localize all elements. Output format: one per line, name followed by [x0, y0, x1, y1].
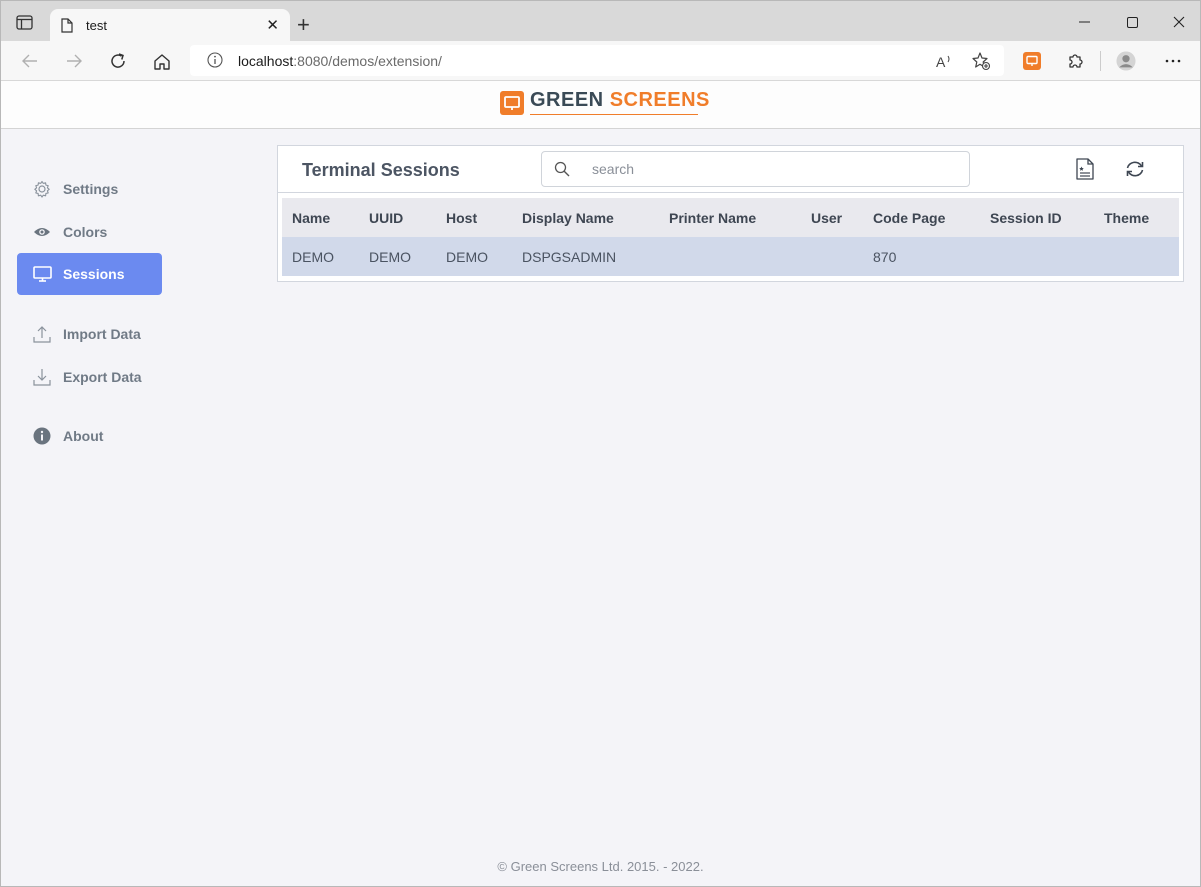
monitor-icon	[32, 266, 52, 282]
forward-icon[interactable]	[64, 51, 84, 71]
back-icon[interactable]	[20, 51, 40, 71]
close-tab-icon[interactable]: ✕	[266, 18, 279, 33]
search-box[interactable]	[541, 151, 970, 187]
read-aloud-icon[interactable]: A	[935, 51, 955, 71]
terminal-sessions-panel: Terminal Sessions Name UUID Host Display…	[277, 145, 1184, 282]
cell-name: DEMO	[292, 248, 334, 265]
cell-theme	[1094, 237, 1179, 276]
new-tab-icon[interactable]: +	[297, 14, 310, 36]
browser-toolbar: localhost:8080/demos/extension/ A	[0, 41, 1201, 81]
refresh-icon[interactable]	[108, 51, 128, 71]
nav-colors-label: Colors	[63, 224, 108, 240]
nav-about[interactable]: About	[17, 415, 162, 457]
refresh-sessions-icon[interactable]	[1123, 157, 1147, 181]
logo-wordmark: GREEN SCREENS	[530, 89, 710, 111]
cell-session-id	[980, 237, 1094, 276]
cell-uuid: DEMO	[369, 248, 411, 265]
column-header-host[interactable]: Host	[436, 198, 512, 237]
address-bar[interactable]: localhost:8080/demos/extension/	[190, 45, 1004, 76]
column-header-session-id[interactable]: Session ID	[980, 198, 1094, 237]
download-icon	[32, 368, 52, 386]
window-border	[0, 0, 1201, 887]
search-input[interactable]	[592, 160, 952, 178]
search-icon	[554, 161, 570, 182]
table-header-row: Name UUID Host Display Name Printer Name…	[282, 198, 1179, 237]
nav-settings[interactable]: Settings	[17, 168, 162, 210]
favorite-add-icon[interactable]	[971, 51, 991, 71]
panel-title: Terminal Sessions	[302, 160, 460, 180]
tab-title: test	[86, 18, 107, 33]
column-header-printer-name[interactable]: Printer Name	[659, 198, 801, 237]
nav-sessions-label: Sessions	[63, 266, 125, 282]
cell-code-page: 870	[873, 248, 897, 265]
browser-tab[interactable]: test ✕	[50, 9, 290, 43]
nav-sessions[interactable]: Sessions	[17, 253, 162, 295]
column-header-name[interactable]: Name	[282, 198, 359, 237]
cell-printer-name	[659, 237, 801, 276]
cell-display-name: DSPGSADMIN	[522, 248, 617, 265]
extensions-puzzle-icon[interactable]	[1066, 51, 1086, 71]
document-icon[interactable]	[1073, 157, 1097, 181]
table-row[interactable]: DEMO DEMO DEMO DSPGSADMIN 870	[282, 237, 1179, 276]
nav-import-label: Import Data	[63, 326, 141, 342]
toolbar-divider	[1100, 51, 1101, 71]
nav-export-label: Export Data	[63, 369, 142, 385]
tab-actions-icon[interactable]	[16, 15, 33, 30]
close-window-icon[interactable]	[1169, 13, 1189, 31]
column-header-theme[interactable]: Theme	[1094, 198, 1179, 237]
more-options-icon[interactable]	[1163, 51, 1183, 71]
info-icon[interactable]	[207, 52, 223, 73]
logo-underline	[530, 114, 698, 115]
cell-host: DEMO	[446, 248, 488, 265]
nav-export-data[interactable]: Export Data	[17, 356, 162, 398]
nav-import-data[interactable]: Import Data	[17, 313, 162, 355]
column-header-display-name[interactable]: Display Name	[512, 198, 659, 237]
browser-tab-bar: test ✕ +	[0, 0, 1201, 43]
maximize-icon[interactable]	[1122, 13, 1142, 31]
home-icon[interactable]	[152, 51, 172, 71]
sessions-table: Name UUID Host Display Name Printer Name…	[282, 198, 1179, 276]
page-icon	[61, 18, 73, 38]
upload-icon	[32, 325, 52, 343]
greenscreens-extension-icon[interactable]	[1022, 51, 1042, 71]
column-header-uuid[interactable]: UUID	[359, 198, 436, 237]
column-header-code-page[interactable]: Code Page	[863, 198, 980, 237]
gear-icon	[32, 180, 52, 198]
logo-monitor-icon	[500, 91, 524, 115]
url-text: localhost:8080/demos/extension/	[238, 53, 442, 69]
app-header: GREEN SCREENS	[0, 81, 1201, 129]
minimize-icon[interactable]	[1075, 13, 1095, 31]
profile-avatar-icon[interactable]	[1116, 51, 1136, 71]
column-header-user[interactable]: User	[801, 198, 863, 237]
info-circle-icon	[32, 427, 52, 445]
nav-colors[interactable]: Colors	[17, 211, 162, 253]
panel-header: Terminal Sessions	[278, 146, 1183, 193]
svg-text:A: A	[936, 54, 946, 69]
nav-about-label: About	[63, 428, 104, 444]
cell-user	[801, 237, 863, 276]
eye-icon	[32, 226, 52, 238]
nav-settings-label: Settings	[63, 181, 119, 197]
footer-copyright: © Green Screens Ltd. 2015. - 2022.	[497, 859, 704, 874]
